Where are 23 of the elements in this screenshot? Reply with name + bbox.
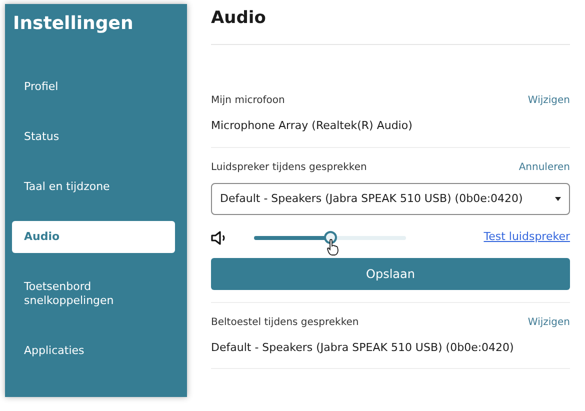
slider-track[interactable] (254, 236, 406, 240)
slider-thumb[interactable] (324, 231, 337, 244)
save-button[interactable]: Opslaan (211, 258, 570, 290)
action-link[interactable]: Wijzigen (528, 93, 570, 108)
sidebar-item[interactable]: Taal en tijdzone (12, 171, 175, 203)
sidebar-item[interactable]: Status (12, 121, 175, 153)
section-label: Beltoestel tijdens gesprekken (211, 316, 359, 330)
speaker-select[interactable]: Default - Speakers (Jabra SPEAK 510 USB) (0b0e:0420) (211, 182, 570, 216)
test-speaker-link[interactable]: Test luidspreker (484, 229, 570, 246)
sidebar-title: Instellingen (13, 12, 134, 36)
device-name: Microphone Array (Realtek(R) Audio) (211, 118, 414, 134)
sidebar-item[interactable]: Profiel (12, 71, 175, 103)
sidebar-item[interactable]: Applicaties (12, 335, 175, 367)
sidebar-item[interactable]: Audio (12, 221, 175, 253)
action-link[interactable]: Annuleren (518, 160, 570, 175)
section-label: Luidspreker tijdens gesprekken (211, 160, 367, 175)
caret-icon (555, 197, 561, 202)
sidebar-item[interactable]: Toetsenbord snelkoppelingen (12, 271, 175, 317)
section-label: Mijn microfoon (211, 94, 285, 108)
action-link[interactable]: Wijzigen (528, 314, 570, 330)
device-name: Default - Speakers (Jabra SPEAK 510 USB) (0b0e:0420) (211, 340, 515, 356)
page-title: Audio (211, 8, 570, 46)
hand-cursor-icon (327, 238, 339, 256)
